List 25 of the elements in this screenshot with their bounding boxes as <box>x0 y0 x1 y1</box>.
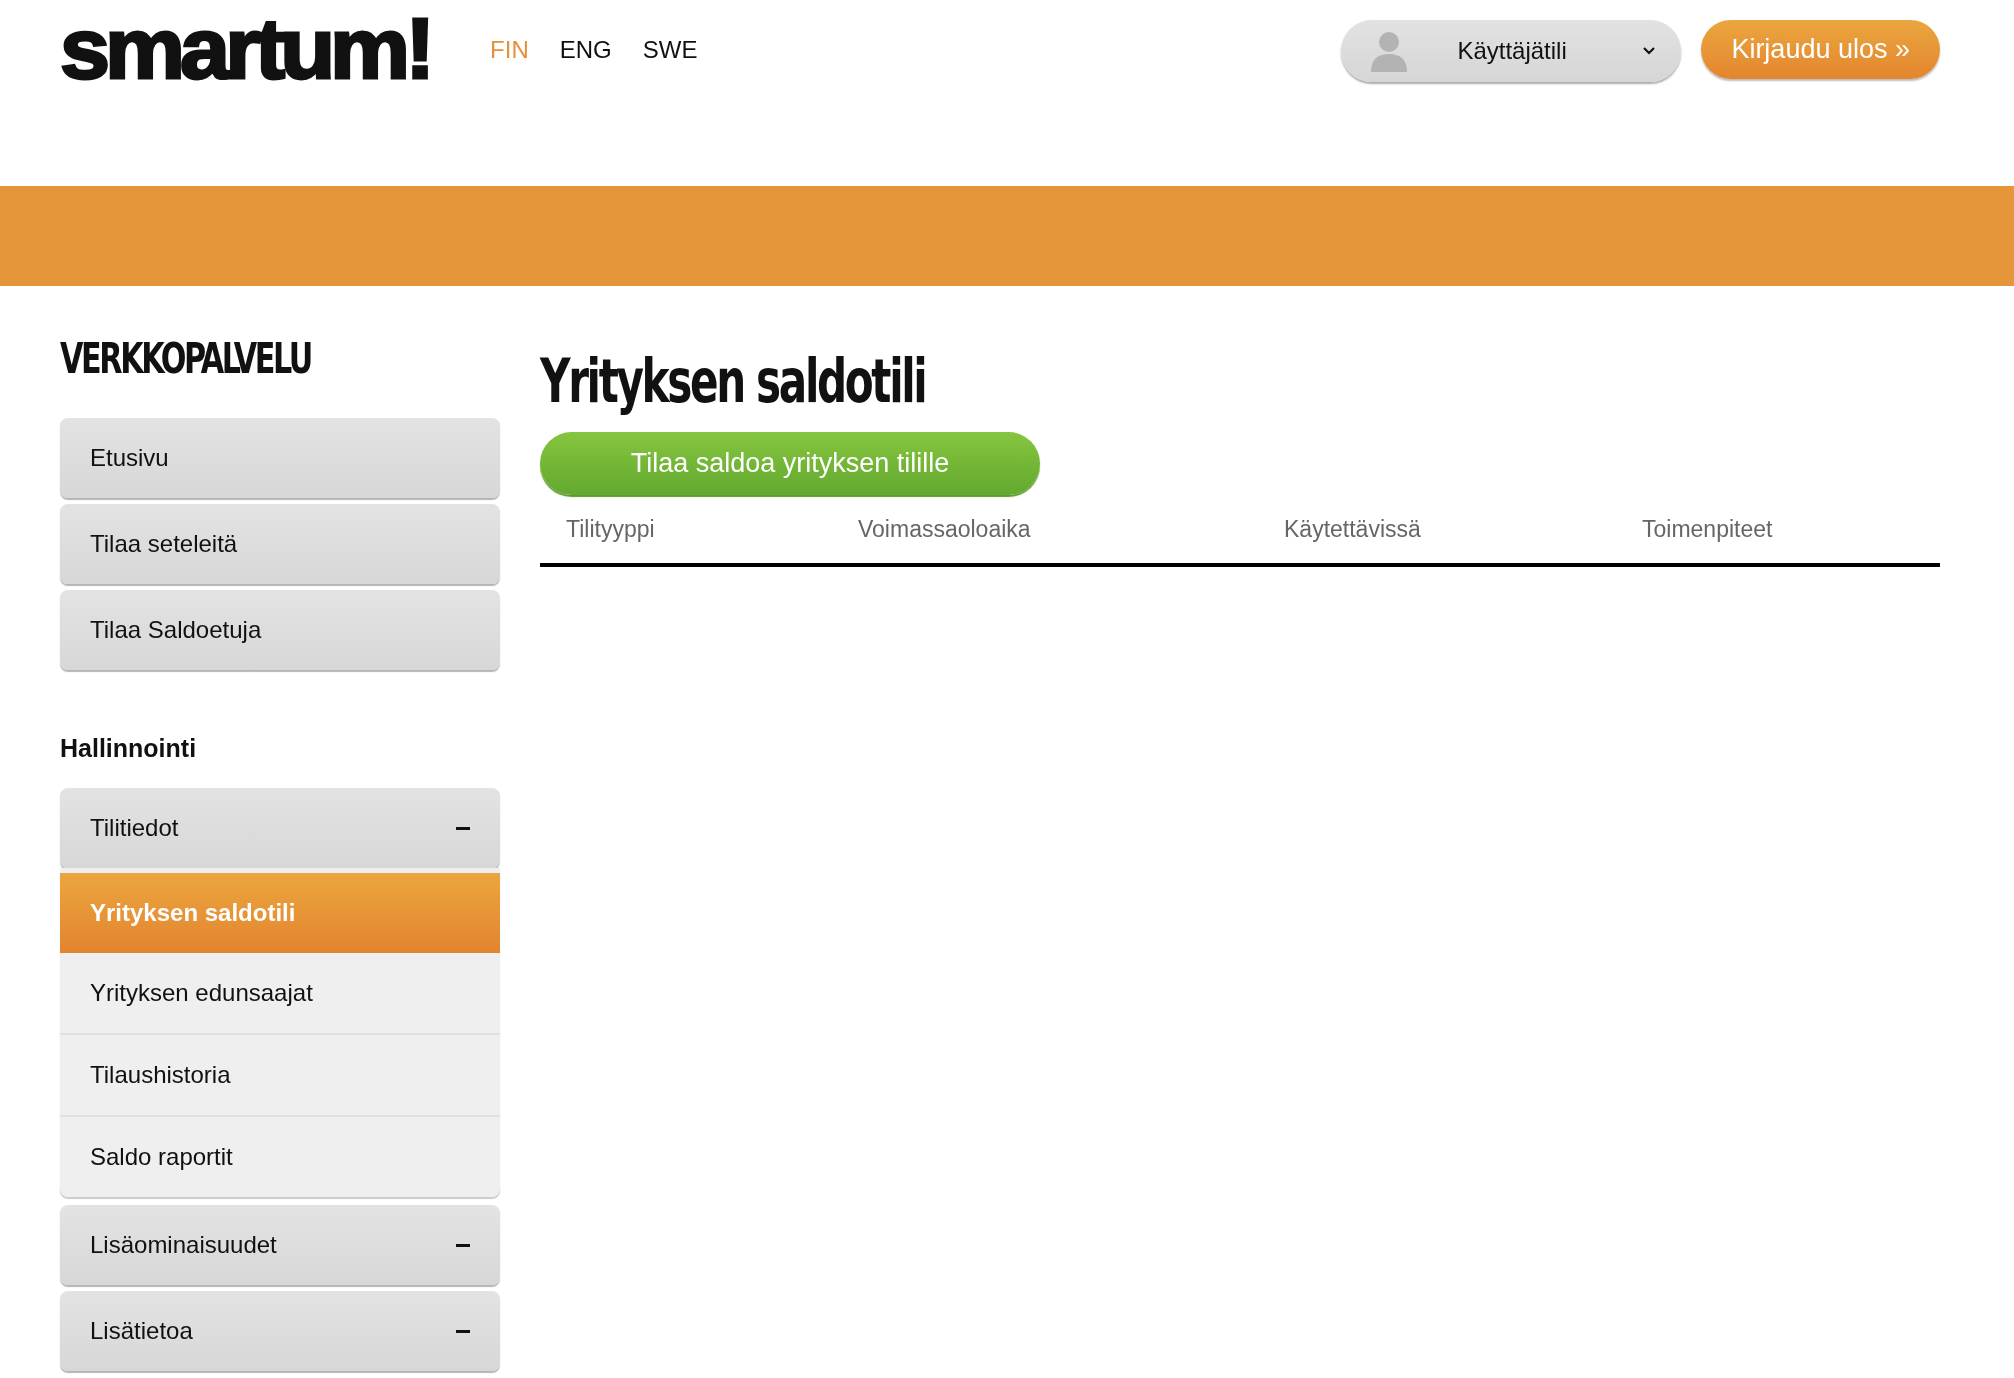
chevron-down-icon <box>1643 47 1656 55</box>
submenu-item[interactable]: Saldo raportit <box>60 1115 500 1198</box>
user-silhouette-icon <box>1371 30 1408 72</box>
sidebar-group[interactable]: Lisätietoa <box>60 1291 500 1372</box>
column-header: Toimenpiteet <box>1642 515 1774 543</box>
logo[interactable]: smartum! <box>60 6 431 92</box>
sidebar-title: VERKKOPALVELU <box>60 336 312 383</box>
page-title: Yrityksen saldotili <box>540 348 926 414</box>
language-link[interactable]: ENG <box>559 36 612 64</box>
minus-icon <box>456 1329 470 1333</box>
column-header: Käytettävissä <box>1284 515 1422 543</box>
column-header: Voimassaoloaika <box>858 515 1032 543</box>
submenu-item[interactable]: Yrityksen edunsaajat <box>60 953 500 1034</box>
sidebar-group[interactable]: Tilitiedot <box>60 788 500 869</box>
submenu-item[interactable]: Tilaushistoria <box>60 1033 500 1116</box>
language-link[interactable]: SWE <box>642 36 698 64</box>
account-dropdown[interactable]: Käyttäjätili <box>1341 20 1682 82</box>
minus-icon <box>456 1243 470 1247</box>
section-heading: Hallinnointi <box>60 734 198 764</box>
sidebar-item[interactable]: Tilaa Saldoetuja <box>60 590 500 671</box>
sidebar-item[interactable]: Etusivu <box>60 418 500 499</box>
minus-icon <box>456 826 470 830</box>
sidebar-group[interactable]: Lisäominaisuudet <box>60 1205 500 1286</box>
sidebar-item[interactable]: Tilaa seteleitä <box>60 504 500 585</box>
column-header: Tilityyppi <box>566 515 656 543</box>
